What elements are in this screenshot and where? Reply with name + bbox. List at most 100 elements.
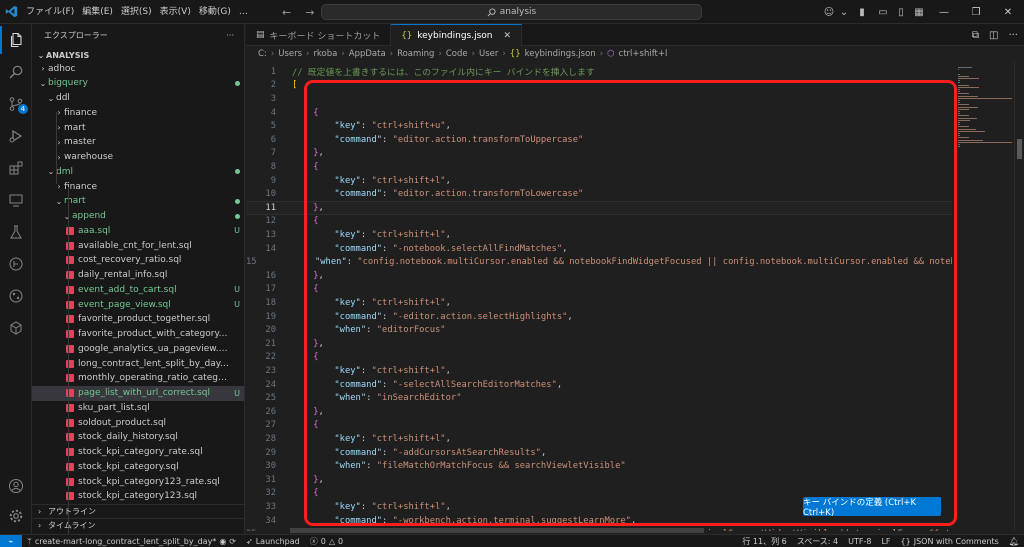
tab-keybindings-json[interactable]: {} keybindings.json ✕ [391, 24, 523, 46]
toggle-panel-icon[interactable]: ▭ [874, 0, 892, 24]
tree-file[interactable]: cost_recovery_ratio.sql [32, 253, 244, 268]
tree-file[interactable]: aaa.sql U [32, 223, 244, 238]
breadcrumb-item[interactable]: Users [278, 49, 302, 59]
tree-file[interactable]: daily_rental_info.sql [32, 268, 244, 283]
menu-selection[interactable]: 選択(S) [117, 0, 156, 24]
forward-arrow-icon[interactable]: → [305, 6, 314, 19]
tree-file[interactable]: monthly_operating_ratio_category3.sql [32, 371, 244, 386]
menu-go[interactable]: 移動(G) [195, 0, 235, 24]
problems-status[interactable]: ⓧ 0 △ 0 [305, 536, 348, 547]
minimize-icon[interactable]: — [928, 0, 960, 24]
code-line[interactable]: 1 // 既定値を上書きするには、このファイル内にキー バインドを挿入します [246, 65, 952, 79]
breadcrumb-item[interactable]: AppData [349, 49, 386, 59]
more-actions-icon[interactable]: ··· [226, 31, 234, 40]
editor-more-icon[interactable]: ··· [1008, 30, 1018, 41]
tree-file[interactable]: long_contract_lent_split_by_day.sql [32, 356, 244, 371]
command-center-search[interactable]: analysis [321, 4, 702, 20]
tree-folder[interactable]: ⌄ bigquery [32, 76, 244, 91]
outline-section[interactable]: › アウトライン [32, 504, 244, 518]
tree-file[interactable]: stock_kpi_category_rate.sql [32, 445, 244, 460]
source-control-icon[interactable]: 4 [0, 90, 32, 118]
tree-folder[interactable]: › finance [32, 105, 244, 120]
database-icon[interactable] [0, 314, 32, 342]
breadcrumb-item[interactable]: ctrl+shift+l [619, 49, 668, 59]
tree-file[interactable]: stock_kpi_category123_rate.sql [32, 474, 244, 489]
tree-file[interactable]: stock_kpi_category123.sql [32, 489, 244, 504]
tree-file[interactable]: google_analytics_ua_pageview.sql [32, 341, 244, 356]
tab-keyboard-shortcuts[interactable]: ▤ キーボード ショートカット [246, 24, 392, 46]
breadcrumb-item[interactable]: rkoba [313, 49, 337, 59]
remote-explorer-icon[interactable] [0, 186, 32, 214]
encoding[interactable]: UTF-8 [843, 537, 876, 546]
minimap-line [958, 104, 970, 106]
menu-more[interactable]: … [235, 0, 252, 24]
chevron-down-icon: ⌄ [47, 93, 55, 103]
git-graph-icon[interactable] [0, 250, 32, 278]
language-mode[interactable]: {} JSON with Comments [896, 537, 1004, 546]
run-debug-icon[interactable] [0, 122, 32, 150]
tree-file[interactable]: soldout_product.sql [32, 415, 244, 430]
open-keyboard-shortcuts-icon[interactable]: ⧉ [972, 30, 979, 41]
account-icon[interactable] [0, 472, 32, 500]
launchpad-status[interactable]: ➶ Launchpad [241, 537, 305, 546]
breadcrumb-item[interactable]: Code [446, 49, 468, 59]
tree-file[interactable]: event_add_to_cart.sql U [32, 282, 244, 297]
tree-file[interactable]: sku_part_list.sql [32, 400, 244, 415]
tree-file[interactable]: favorite_product_with_category.sql [32, 327, 244, 342]
tree-folder[interactable]: › finance [32, 179, 244, 194]
breadcrumb-item[interactable]: keybindings.json [525, 49, 596, 59]
tree-file[interactable]: favorite_product_together.sql [32, 312, 244, 327]
close-tab-icon[interactable]: ✕ [504, 31, 512, 41]
breadcrumb-item[interactable]: Roaming [397, 49, 434, 59]
restore-icon[interactable]: ❐ [960, 0, 992, 24]
tree-folder[interactable]: ⌄ dml [32, 164, 244, 179]
back-arrow-icon[interactable]: ← [282, 6, 291, 19]
tree-file[interactable]: stock_kpi_category.sql [32, 459, 244, 474]
tree-folder[interactable]: ⌄ mart [32, 194, 244, 209]
tree-file[interactable]: available_cnt_for_lent.sql [32, 238, 244, 253]
gitlens-icon[interactable] [0, 282, 32, 310]
settings-gear-icon[interactable] [0, 502, 32, 530]
menu-edit[interactable]: 編集(E) [78, 0, 117, 24]
tree-folder[interactable]: › master [32, 135, 244, 150]
branch-status[interactable]: ᛘ create-mart-long_contract_lent_split_b… [22, 537, 241, 546]
minimap[interactable] [952, 61, 1014, 531]
tree-folder[interactable]: › adhoc [32, 61, 244, 76]
indentation[interactable]: スペース: 4 [792, 536, 843, 547]
minimap-line [958, 82, 960, 84]
explorer-icon[interactable] [0, 26, 32, 54]
minimap-line [958, 115, 970, 117]
copilot-icon[interactable]: ☺ [820, 0, 838, 24]
tree-folder[interactable]: ⌄ append [32, 209, 244, 224]
copilot-dropdown-icon[interactable]: ⌄ [838, 0, 850, 24]
notifications-icon[interactable]: 🔔︎ [1004, 537, 1024, 546]
tree-file[interactable]: stock_daily_history.sql [32, 430, 244, 445]
toggle-primary-sidebar-icon[interactable]: ▮ [850, 0, 874, 24]
timeline-section[interactable]: › タイムライン [32, 518, 244, 532]
horizontal-scrollbar[interactable] [290, 528, 704, 533]
search-icon [487, 7, 496, 16]
split-editor-icon[interactable]: ◫ [989, 30, 998, 41]
tree-file[interactable]: page_list_with_url_correct.sql U [32, 385, 244, 401]
testing-icon[interactable] [0, 218, 32, 246]
customize-layout-icon[interactable]: ▦ [910, 0, 928, 24]
scrollbar-thumb[interactable] [1017, 139, 1022, 159]
cursor-position[interactable]: 行 11、列 6 [737, 536, 791, 547]
tree-folder[interactable]: › warehouse [32, 150, 244, 165]
git-status [230, 212, 244, 221]
breadcrumb-item[interactable]: User [479, 49, 498, 59]
vertical-scrollbar[interactable] [1014, 61, 1024, 531]
remote-icon[interactable]: ⌁ [0, 534, 22, 547]
tree-folder[interactable]: › mart [32, 120, 244, 135]
menu-view[interactable]: 表示(V) [156, 0, 195, 24]
define-keybinding-button[interactable]: キー バインドの定義 (Ctrl+K Ctrl+K) [803, 497, 941, 518]
menu-file[interactable]: ファイル(F) [22, 0, 78, 24]
tree-folder[interactable]: ⌄ ddl [32, 91, 244, 106]
breadcrumb-item[interactable]: C: [258, 49, 267, 59]
toggle-secondary-sidebar-icon[interactable]: ▯ [892, 0, 910, 24]
close-window-icon[interactable]: ✕ [992, 0, 1024, 24]
extensions-icon[interactable] [0, 154, 32, 182]
end-of-line[interactable]: LF [876, 537, 895, 546]
tree-file[interactable]: event_page_view.sql U [32, 297, 244, 312]
search-view-icon[interactable] [0, 58, 32, 86]
